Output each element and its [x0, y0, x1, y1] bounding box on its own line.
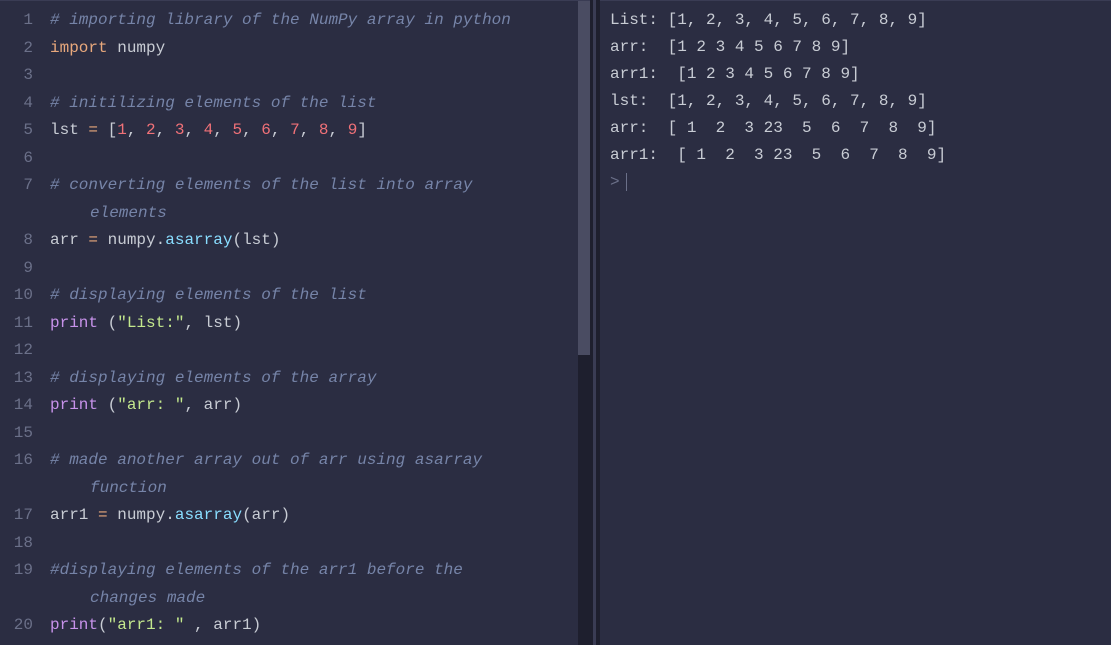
line-number: 17 [0, 502, 33, 530]
repl-prompt[interactable]: > [610, 169, 1101, 196]
line-number: 10 [0, 282, 33, 310]
code-line[interactable]: arr1 = numpy.asarray(arr) [50, 502, 590, 530]
output-line: arr1: [ 1 2 3 23 5 6 7 8 9] [610, 142, 1101, 169]
line-number: 4 [0, 90, 33, 118]
line-number-wrap [0, 475, 33, 503]
cursor [626, 173, 627, 191]
code-line[interactable]: print ("arr: ", arr) [50, 392, 590, 420]
editor-scrollbar[interactable] [578, 1, 590, 645]
code-line[interactable] [50, 420, 590, 448]
line-number: 12 [0, 337, 33, 365]
code-line[interactable] [50, 62, 590, 90]
line-number: 5 [0, 117, 33, 145]
line-number: 9 [0, 255, 33, 283]
line-number: 19 [0, 557, 33, 585]
code-line[interactable] [50, 337, 590, 365]
line-number: 3 [0, 62, 33, 90]
line-number: 11 [0, 310, 33, 338]
code-line[interactable]: # displaying elements of the list [50, 282, 590, 310]
code-line[interactable]: print ("List:", lst) [50, 310, 590, 338]
code-line[interactable]: # converting elements of the list into a… [50, 172, 590, 200]
code-line-wrap[interactable]: changes made [50, 585, 590, 613]
code-line[interactable]: # displaying elements of the array [50, 365, 590, 393]
code-line[interactable] [50, 530, 590, 558]
line-number-wrap [0, 200, 33, 228]
output-pane[interactable]: List: [1, 2, 3, 4, 5, 6, 7, 8, 9]arr: [1… [600, 0, 1111, 645]
line-number: 8 [0, 227, 33, 255]
line-number: 13 [0, 365, 33, 393]
line-number: 7 [0, 172, 33, 200]
line-number: 18 [0, 530, 33, 558]
line-number-gutter: 1234567891011121314151617181920 [0, 1, 45, 645]
line-number: 2 [0, 35, 33, 63]
line-number-wrap [0, 585, 33, 613]
code-line[interactable]: # initilizing elements of the list [50, 90, 590, 118]
output-line: arr: [1 2 3 4 5 6 7 8 9] [610, 34, 1101, 61]
code-line-wrap[interactable]: elements [50, 200, 590, 228]
code-line[interactable] [50, 145, 590, 173]
line-number: 16 [0, 447, 33, 475]
output-line: lst: [1, 2, 3, 4, 5, 6, 7, 8, 9] [610, 88, 1101, 115]
output-line: arr: [ 1 2 3 23 5 6 7 8 9] [610, 115, 1101, 142]
output-line: arr1: [1 2 3 4 5 6 7 8 9] [610, 61, 1101, 88]
line-number: 20 [0, 612, 33, 640]
code-line[interactable]: # importing library of the NumPy array i… [50, 7, 590, 35]
code-line[interactable] [50, 255, 590, 283]
code-line[interactable]: import numpy [50, 35, 590, 63]
code-line[interactable]: lst = [1, 2, 3, 4, 5, 6, 7, 8, 9] [50, 117, 590, 145]
code-line[interactable]: print("arr1: " , arr1) [50, 612, 590, 640]
line-number: 6 [0, 145, 33, 173]
line-number: 1 [0, 7, 33, 35]
pane-divider[interactable] [590, 0, 600, 645]
code-content[interactable]: # importing library of the NumPy array i… [45, 1, 590, 645]
line-number: 15 [0, 420, 33, 448]
scrollbar-thumb[interactable] [578, 1, 590, 355]
code-line[interactable]: #displaying elements of the arr1 before … [50, 557, 590, 585]
code-line[interactable]: # made another array out of arr using as… [50, 447, 590, 475]
divider-handle[interactable] [593, 0, 596, 645]
code-line-wrap[interactable]: function [50, 475, 590, 503]
output-line: List: [1, 2, 3, 4, 5, 6, 7, 8, 9] [610, 7, 1101, 34]
line-number: 14 [0, 392, 33, 420]
code-editor-pane[interactable]: 1234567891011121314151617181920 # import… [0, 0, 590, 645]
code-line[interactable]: arr = numpy.asarray(lst) [50, 227, 590, 255]
